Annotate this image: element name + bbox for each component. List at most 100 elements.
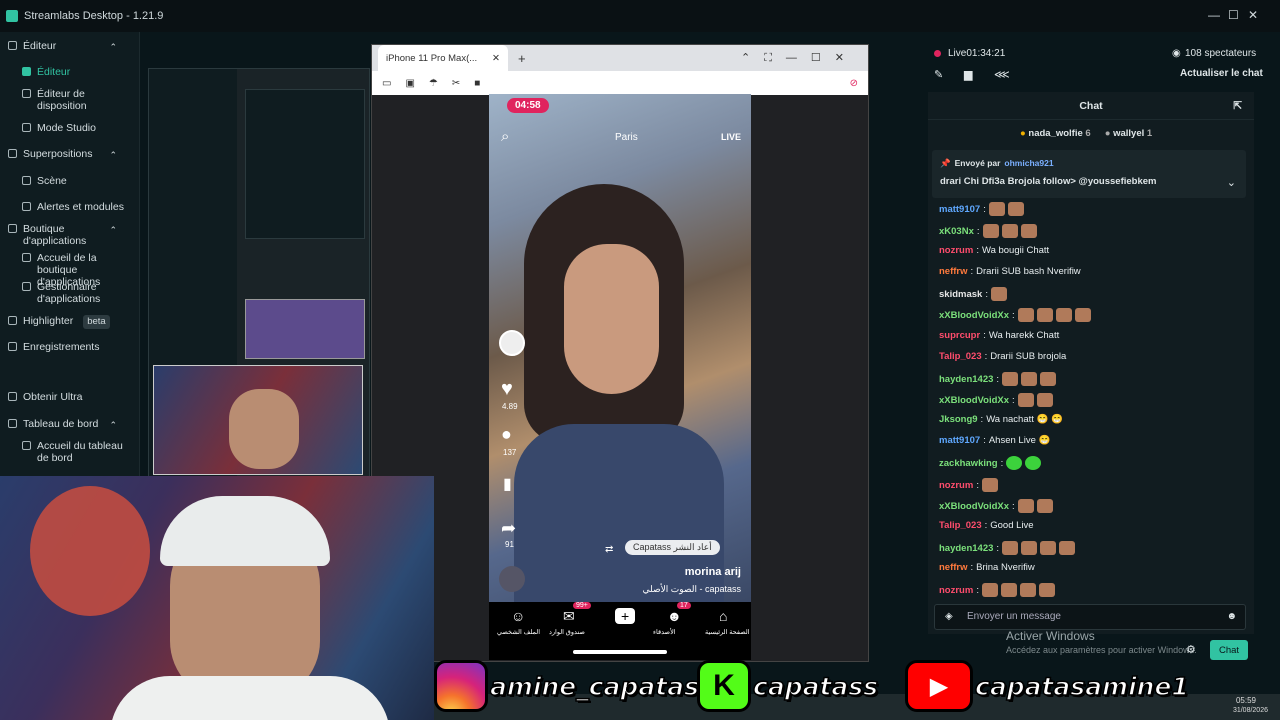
sidebar-item[interactable]: Tableau de bord: [8, 418, 98, 430]
profile-avatar[interactable]: [499, 330, 525, 356]
browser-window-controls[interactable]: ⌃⛶—☐✕: [741, 51, 858, 65]
sidebar-item[interactable]: Obtenir Ultra: [8, 391, 83, 403]
sidebar-item[interactable]: Gestionnaire d'applications: [22, 281, 137, 305]
emoji-icon[interactable]: ☻: [1226, 611, 1237, 622]
emote-icon: [1006, 456, 1023, 470]
edit-icon[interactable]: ✎: [934, 68, 943, 81]
sidebar-item[interactable]: Éditeur: [8, 40, 56, 52]
chat-username[interactable]: xK03Nx: [939, 226, 974, 237]
chat-message: matt9107: Ahsen Live 😁: [939, 435, 1050, 446]
kick-icon: K: [697, 660, 751, 712]
chat-username[interactable]: hayden1423: [939, 543, 993, 554]
new-tab-button[interactable]: +: [518, 51, 526, 66]
share-icon[interactable]: ⋘: [994, 68, 1010, 81]
top-nav-tab[interactable]: Paris: [615, 132, 638, 143]
sidebar-item-icon: [22, 441, 31, 450]
chat-username[interactable]: hayden1423: [939, 374, 993, 385]
sidebar-item[interactable]: Accueil du tableau de bord: [22, 440, 137, 464]
screenshot-icon[interactable]: ▣: [405, 78, 414, 89]
nav-icon[interactable]: +: [615, 608, 636, 624]
chat-username[interactable]: neffrw: [939, 266, 968, 277]
emote-icon: [1002, 372, 1019, 386]
chat-separator: :: [1012, 309, 1015, 321]
nav-icon[interactable]: ☺: [511, 608, 525, 624]
chat-username[interactable]: matt9107: [939, 204, 980, 215]
emote-icon: [1036, 499, 1053, 513]
pinned-message[interactable]: 📌 Envoyé par ohmicha921 drari Chi Dfi3a …: [932, 150, 1246, 198]
nav-icon[interactable]: ⌂: [719, 608, 727, 624]
chat-username[interactable]: nozrum: [939, 245, 973, 256]
sidebar-item[interactable]: Scène: [22, 175, 67, 187]
chevron-up-icon[interactable]: ⌃: [109, 150, 117, 161]
chat-username[interactable]: matt9107: [939, 435, 980, 446]
tab-close-icon[interactable]: ✕: [492, 53, 500, 64]
chat-username[interactable]: neffrw: [939, 562, 968, 573]
chat-username[interactable]: Talip_023: [939, 520, 982, 531]
like-count: 4.89: [502, 402, 518, 411]
popout-icon[interactable]: ⇱: [1233, 100, 1242, 112]
sidebar-item[interactable]: Highlighter beta: [8, 315, 110, 329]
refresh-chat-button[interactable]: Actualiser le chat: [1180, 68, 1263, 79]
chat-username[interactable]: xXBloodVoidXx: [939, 501, 1009, 512]
chat-username[interactable]: suprcupr: [939, 330, 980, 341]
repost-icon: ⇄: [605, 544, 614, 555]
device-icon[interactable]: ▭: [382, 78, 391, 89]
nav-icon[interactable]: ☻: [667, 608, 682, 624]
chat-separator: :: [983, 435, 986, 446]
sidebar-item[interactable]: Boutique d'applications: [8, 223, 113, 247]
video-subject-face: [564, 244, 659, 394]
chat-username[interactable]: zackhawking: [939, 458, 998, 469]
chat-username[interactable]: xXBloodVoidXx: [939, 310, 1009, 321]
sound-disc-icon[interactable]: [499, 566, 525, 592]
phone-screen[interactable]: 04:58 ⌕ Paris LIVE ♥ 4.89 ● 137 ▮ ➦ 91 C…: [489, 94, 751, 660]
sidebar-item[interactable]: Alertes et modules: [22, 201, 124, 213]
chat-send-button[interactable]: Chat: [1210, 640, 1248, 660]
chat-username[interactable]: skidmask: [939, 289, 982, 300]
bookmark-icon[interactable]: ▮: [503, 474, 512, 494]
sidebar-item[interactable]: Enregistrements: [8, 341, 99, 353]
minimize-icon[interactable]: —: [1208, 8, 1220, 22]
chat-username[interactable]: Jksong9: [939, 414, 978, 425]
sidebar-item[interactable]: Mode Studio: [22, 122, 96, 134]
video-sound[interactable]: الصوت الأصلي - capatass: [643, 584, 741, 595]
chat-username[interactable]: Talip_023: [939, 351, 982, 362]
chat-username[interactable]: nozrum: [939, 480, 973, 491]
live-timer: Live01:34:21: [948, 48, 1006, 59]
video-username[interactable]: morina arij: [685, 566, 741, 578]
like-icon[interactable]: ♥: [501, 378, 513, 401]
sidebar-item-icon: [8, 392, 17, 401]
chat-username[interactable]: nozrum: [939, 585, 973, 596]
scissors-icon[interactable]: ✂: [452, 78, 460, 89]
link-icon[interactable]: ⊘: [850, 78, 858, 89]
chevron-up-icon[interactable]: ⌃: [109, 225, 117, 236]
close-icon[interactable]: ✕: [1248, 8, 1258, 22]
maximize-icon[interactable]: ☐: [1228, 8, 1239, 22]
share-icon[interactable]: ➦: [501, 518, 516, 539]
browser-tab[interactable]: iPhone 11 Pro Max(... ✕: [378, 45, 508, 71]
umbrella-icon[interactable]: ☂: [429, 78, 438, 89]
chat-separator: :: [976, 245, 979, 256]
editor-preview[interactable]: [148, 68, 370, 478]
search-icon[interactable]: ⌕: [501, 128, 509, 145]
dashboard-icon[interactable]: ▆: [964, 68, 972, 81]
sidebar-item-icon: [8, 41, 17, 50]
sidebar-item[interactable]: Éditeur: [22, 66, 70, 78]
chat-input[interactable]: ◈ Envoyer un message ☻: [934, 604, 1246, 630]
live-button[interactable]: LIVE: [721, 132, 741, 142]
settings-gear-icon[interactable]: ⚙: [1186, 643, 1196, 656]
comment-icon[interactable]: ●: [501, 424, 512, 445]
sidebar-item-icon: [8, 342, 17, 351]
chevron-down-icon[interactable]: ⌄: [1227, 176, 1236, 189]
comment-count: 137: [503, 448, 517, 457]
sidebar-item[interactable]: Éditeur de disposition: [22, 88, 137, 112]
camera-icon[interactable]: ■: [474, 78, 480, 89]
sidebar-item[interactable]: Superpositions: [8, 148, 92, 160]
nav-icon[interactable]: ✉: [563, 608, 575, 625]
chat-text: Drarii SUB bash Nverifiw: [976, 266, 1081, 277]
sidebar-item-label: Superpositions: [23, 148, 93, 160]
emote-icon: [1040, 541, 1057, 555]
chevron-up-icon[interactable]: ⌃: [109, 42, 117, 53]
sidebar-item-icon: [22, 67, 31, 76]
chevron-up-icon[interactable]: ⌃: [109, 420, 117, 431]
chat-username[interactable]: xXBloodVoidXx: [939, 395, 1009, 406]
